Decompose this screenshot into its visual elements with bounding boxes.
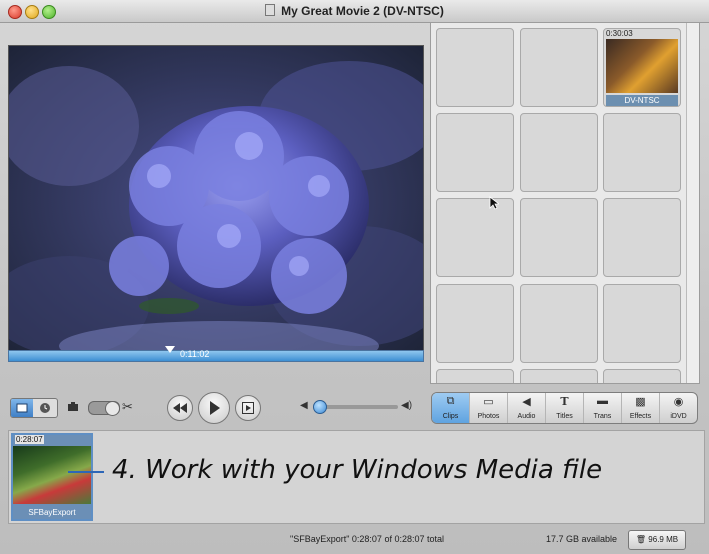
- window-title-text: My Great Movie 2 (DV-NTSC): [281, 4, 444, 18]
- photos-icon: ▭: [483, 396, 494, 408]
- status-bar: "SFBayExport" 0:28:07 of 0:28:07 total 1…: [0, 528, 709, 554]
- shelf-slot[interactable]: [436, 113, 514, 192]
- shelf-slot[interactable]: [603, 369, 681, 383]
- window-title: My Great Movie 2 (DV-NTSC): [0, 4, 709, 18]
- volume-high-icon: ◀): [401, 400, 413, 411]
- clip-duration: 0:30:03: [606, 29, 633, 38]
- title-bar: My Great Movie 2 (DV-NTSC): [0, 0, 709, 23]
- clip-duration: 0:28:07: [15, 435, 44, 444]
- shelf-slot[interactable]: [436, 28, 514, 107]
- play-icon: [210, 401, 220, 415]
- tab-idvd[interactable]: ◉ iDVD: [660, 393, 697, 423]
- clip-thumbnail: [606, 39, 678, 93]
- playhead-marker[interactable]: [165, 346, 175, 353]
- shelf-slot[interactable]: [436, 369, 514, 383]
- shelf-slot[interactable]: [520, 113, 598, 192]
- trash-icon: 🗑: [635, 535, 647, 544]
- view-mode-toggle[interactable]: [10, 398, 58, 418]
- disk-space: 17.7 GB available: [546, 534, 618, 544]
- tab-titles[interactable]: T Titles: [546, 393, 584, 423]
- volume-slider-knob[interactable]: [313, 400, 327, 414]
- mouse-cursor-icon: [489, 196, 499, 210]
- scissors-icon: ✂: [122, 399, 133, 414]
- tab-label: Titles: [556, 413, 573, 420]
- volume-low-icon: ◀: [300, 400, 308, 411]
- clock-icon: [40, 403, 50, 413]
- video-viewer[interactable]: [8, 45, 424, 357]
- fullscreen-play-button[interactable]: [235, 395, 261, 421]
- clip-viewer-mode-button[interactable]: [11, 399, 33, 417]
- audio-icon: ◀: [522, 396, 531, 408]
- playhead-timecode: 0:11:02: [180, 349, 210, 359]
- tab-label: Audio: [517, 413, 536, 420]
- timeline-mode-button[interactable]: [34, 399, 57, 417]
- rewind-button[interactable]: [167, 395, 193, 421]
- shelf-clip[interactable]: 0:30:03 DV-NTSC: [603, 28, 681, 107]
- imovie-window: My Great Movie 2 (DV-NTSC) 0:11:02 0:30:…: [0, 0, 709, 554]
- tab-transitions[interactable]: ▬ Trans: [584, 393, 622, 423]
- camera-edit-switch[interactable]: [88, 401, 120, 416]
- tab-label: Trans: [593, 413, 612, 420]
- shelf-slot[interactable]: [520, 284, 598, 363]
- rewind-icon: [173, 403, 187, 413]
- flower-video-frame: [9, 46, 423, 356]
- clip-shelf[interactable]: 0:30:03 DV-NTSC: [430, 22, 700, 384]
- effects-icon: ▩: [635, 396, 646, 408]
- clips-icon: ⧉: [446, 395, 455, 407]
- clip-name: SFBayExport: [28, 508, 76, 517]
- trash-button[interactable]: 🗑 96.9 MB: [628, 530, 686, 550]
- clip-view-icon: [16, 403, 28, 413]
- callout-line: [68, 471, 104, 473]
- tab-audio[interactable]: ◀ Audio: [508, 393, 546, 423]
- clip-thumbnail: [13, 446, 91, 504]
- titles-icon: T: [560, 395, 569, 408]
- volume-slider[interactable]: [318, 405, 398, 409]
- shelf-slot[interactable]: [603, 198, 681, 277]
- switch-knob[interactable]: [105, 401, 120, 416]
- editing-tools-tabs: ⧉ Clips ▭ Photos ◀ Audio T Titles ▬ Tran…: [431, 392, 698, 424]
- shelf-slot[interactable]: [436, 198, 514, 277]
- camera-icon: [68, 402, 78, 411]
- tab-label: Clips: [442, 413, 459, 420]
- shelf-scrollbar[interactable]: [686, 23, 699, 383]
- tab-effects[interactable]: ▩ Effects: [622, 393, 660, 423]
- fullscreen-play-icon: [242, 402, 254, 414]
- shelf-slot[interactable]: [520, 198, 598, 277]
- transitions-icon: ▬: [597, 395, 608, 407]
- document-icon: [265, 4, 276, 16]
- idvd-icon: ◉: [673, 396, 684, 408]
- tab-label: iDVD: [670, 413, 687, 420]
- project-info: "SFBayExport" 0:28:07 of 0:28:07 total: [290, 534, 444, 544]
- play-button[interactable]: [198, 392, 230, 424]
- shelf-slot[interactable]: [603, 113, 681, 192]
- tab-label: Photos: [477, 413, 500, 420]
- shelf-slot[interactable]: [436, 284, 514, 363]
- shelf-slot[interactable]: [603, 284, 681, 363]
- tab-clips[interactable]: ⧉ Clips: [432, 393, 470, 423]
- clip-name: DV-NTSC: [606, 95, 678, 106]
- tutorial-caption: 4. Work with your Windows Media file: [112, 455, 603, 485]
- tab-photos[interactable]: ▭ Photos: [470, 393, 508, 423]
- timeline-clip[interactable]: 0:28:07 SFBayExport: [11, 433, 93, 521]
- trash-size: 96.9 MB: [648, 535, 679, 544]
- tab-label: Effects: [629, 413, 652, 420]
- shelf-slot[interactable]: [520, 369, 598, 383]
- scrubber-bar[interactable]: [8, 350, 424, 362]
- shelf-slot[interactable]: [520, 28, 598, 107]
